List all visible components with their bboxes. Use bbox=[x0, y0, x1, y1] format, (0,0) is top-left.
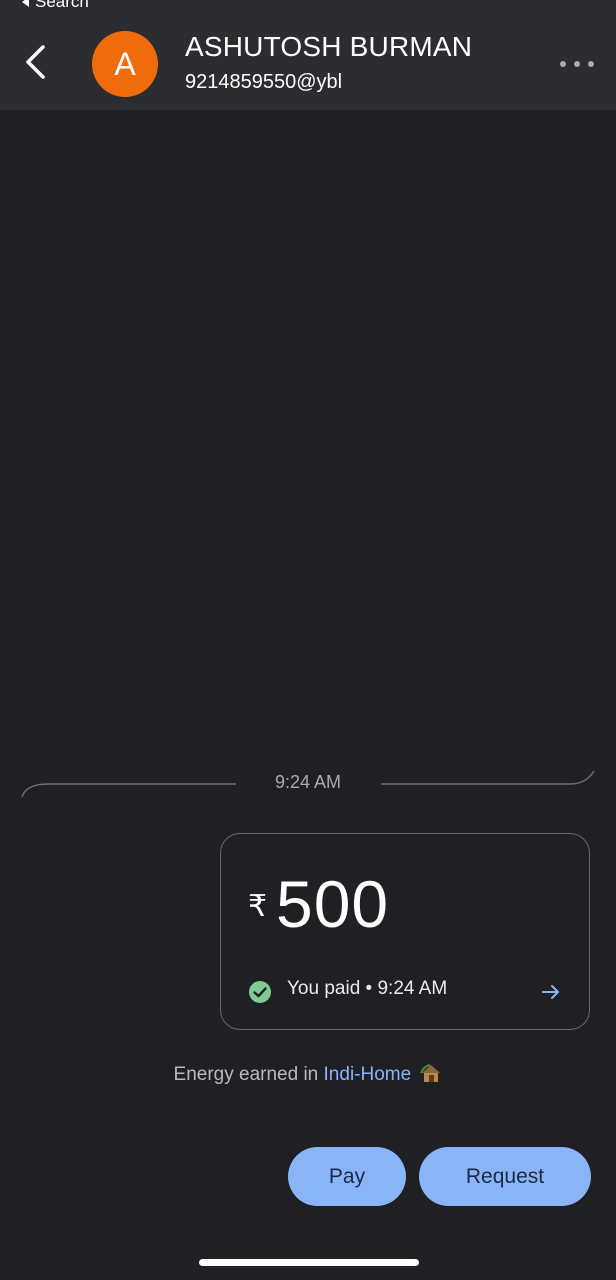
back-button[interactable] bbox=[16, 42, 56, 82]
contact-upi-id: 9214859550@ybl bbox=[185, 71, 343, 93]
chat-screen: Search A ASHUTOSH BURMAN 9214859550@ybl … bbox=[0, 0, 616, 1280]
energy-prefix: Energy earned in bbox=[173, 1064, 324, 1085]
more-options-button[interactable] bbox=[560, 54, 594, 74]
more-dot-icon bbox=[560, 61, 566, 67]
energy-earned-text: Energy earned in Indi-Home bbox=[0, 1063, 616, 1086]
contact-name[interactable]: ASHUTOSH BURMAN bbox=[185, 31, 472, 63]
chat-header: A ASHUTOSH BURMAN 9214859550@ybl bbox=[0, 14, 616, 110]
hut-icon bbox=[420, 1064, 441, 1082]
check-circle-icon bbox=[249, 981, 271, 1003]
currency-symbol: ₹ bbox=[248, 889, 268, 924]
pay-button[interactable]: Pay bbox=[288, 1147, 406, 1206]
chevron-left-icon bbox=[26, 45, 45, 79]
back-to-search[interactable]: Search bbox=[0, 0, 616, 14]
payment-amount: 500 bbox=[276, 867, 390, 941]
indi-home-link[interactable]: Indi-Home bbox=[324, 1064, 412, 1085]
message-timestamp: 9:24 AM bbox=[274, 772, 342, 792]
home-indicator[interactable] bbox=[199, 1259, 419, 1266]
arrow-right-icon[interactable] bbox=[539, 980, 563, 1004]
more-dot-icon bbox=[574, 61, 580, 67]
payment-status: You paid • 9:24 AM bbox=[287, 978, 448, 999]
payment-card[interactable]: ₹ 500 You paid • 9:24 AM bbox=[220, 833, 590, 1030]
more-dot-icon bbox=[588, 61, 594, 67]
back-to-search-label: Search bbox=[35, 0, 89, 11]
request-button[interactable]: Request bbox=[419, 1147, 591, 1206]
back-triangle-icon bbox=[22, 0, 29, 7]
avatar[interactable]: A bbox=[92, 31, 158, 97]
